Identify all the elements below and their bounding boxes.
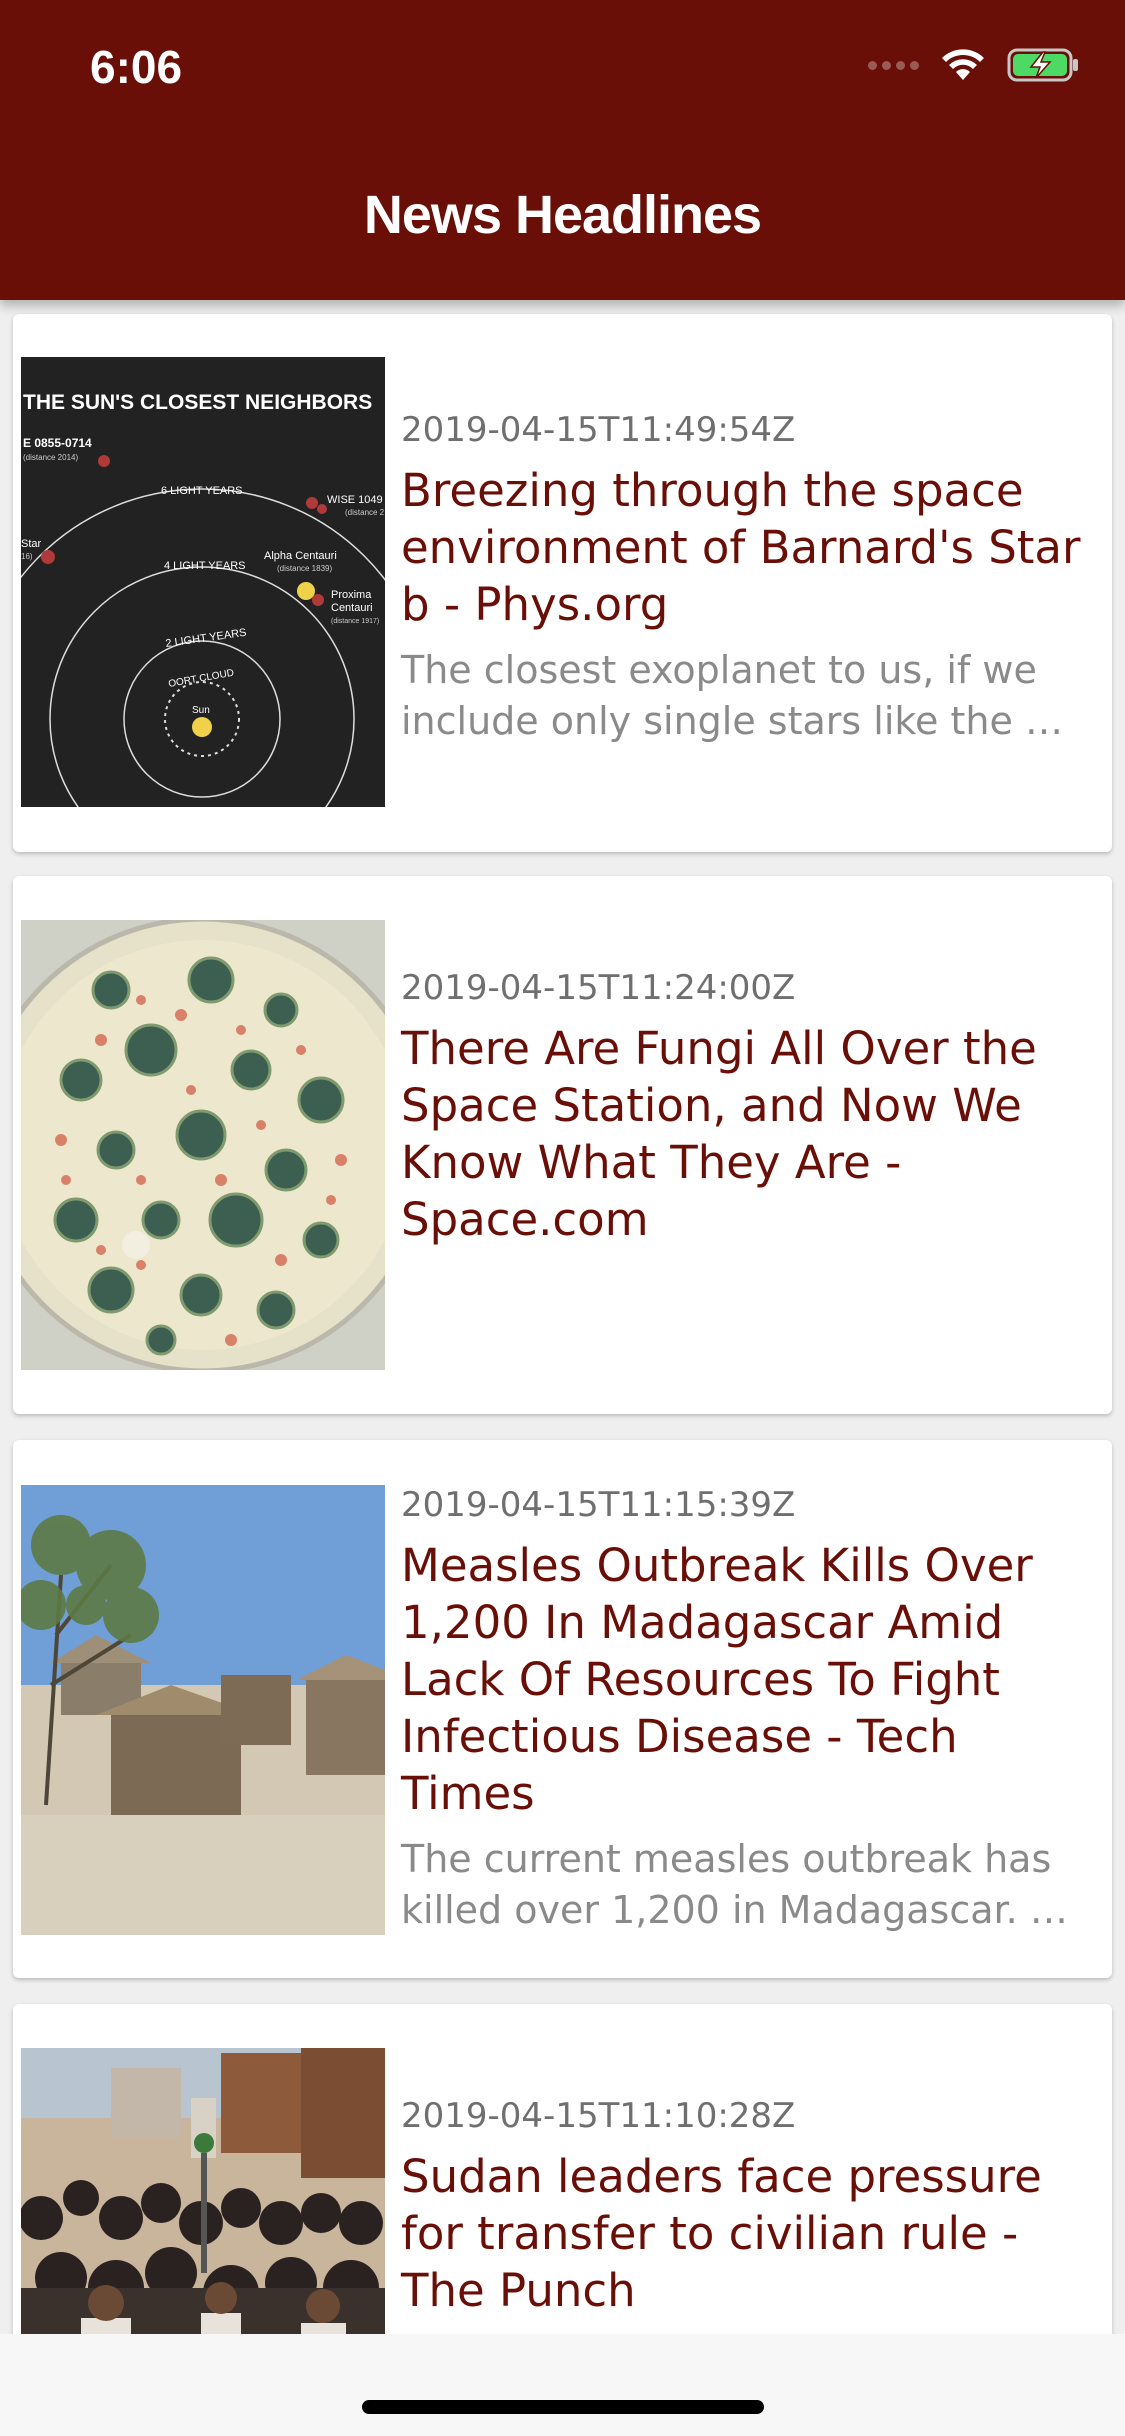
image-label: 16) — [21, 552, 33, 561]
article-description: The current measles outbreak has killed … — [401, 1837, 1068, 1932]
article-thumbnail — [21, 2048, 385, 2334]
article-card[interactable]: 2019-04-15T11:10:28Z Sudan leaders face … — [13, 2004, 1112, 2334]
image-heading: THE SUN'S CLOSEST NEIGHBORS — [23, 391, 372, 414]
image-label: 4 LIGHT YEARS — [164, 560, 246, 572]
news-feed[interactable]: THE SUN'S CLOSEST NEIGHBORS E 0855-0714 … — [0, 300, 1125, 2334]
image-label: (distance 1917) — [331, 618, 379, 625]
article-title[interactable]: Measles Outbreak Kills Over 1,200 In Mad… — [401, 1537, 1082, 1822]
image-label: Star — [21, 538, 42, 550]
image-label: Proxima — [331, 589, 372, 601]
app-header: 6:06 News Headlines — [0, 0, 1125, 300]
cellular-signal-icon — [868, 60, 919, 70]
article-title[interactable]: There Are Fungi All Over the Space Stati… — [401, 1020, 1082, 1248]
battery-charging-icon — [1007, 48, 1078, 82]
article-title[interactable]: Sudan leaders face pressure for transfer… — [401, 2148, 1082, 2319]
article-card[interactable]: THE SUN'S CLOSEST NEIGHBORS E 0855-0714 … — [13, 314, 1112, 852]
image-label: (distance 1839) — [277, 564, 332, 573]
image-label: E 0855-0714 — [23, 436, 92, 450]
status-indicators — [868, 48, 1081, 82]
image-label: Centauri — [331, 602, 373, 614]
image-label: WISE 1049 — [327, 494, 383, 506]
page-title: News Headlines — [363, 185, 762, 245]
article-date: 2019-04-15T11:24:00Z — [401, 968, 796, 1008]
home-indicator[interactable] — [362, 2400, 764, 2414]
home-indicator-area — [0, 2334, 1125, 2436]
image-label: (distance 2 — [345, 508, 385, 517]
article-date: 2019-04-15T11:10:28Z — [401, 2096, 796, 2136]
image-label: (distance 2014) — [23, 453, 78, 462]
article-title[interactable]: Breezing through the space environment o… — [401, 462, 1082, 633]
article-card[interactable]: 2019-04-15T11:24:00Z There Are Fungi All… — [13, 876, 1112, 1414]
status-time: 6:06 — [90, 41, 183, 93]
image-label: Sun — [192, 705, 210, 716]
article-thumbnail: THE SUN'S CLOSEST NEIGHBORS E 0855-0714 … — [21, 357, 385, 807]
article-date: 2019-04-15T11:49:54Z — [401, 410, 796, 450]
article-card[interactable]: 2019-04-15T11:15:39Z Measles Outbreak Ki… — [13, 1440, 1112, 1978]
image-label: 6 LIGHT YEARS — [161, 485, 243, 497]
article-thumbnail — [21, 920, 385, 1370]
image-label: Alpha Centauri — [264, 550, 337, 562]
article-thumbnail — [21, 1485, 385, 1935]
wifi-icon — [942, 49, 984, 80]
article-description: The closest exoplanet to us, if we inclu… — [401, 648, 1063, 743]
article-date: 2019-04-15T11:15:39Z — [401, 1485, 796, 1525]
